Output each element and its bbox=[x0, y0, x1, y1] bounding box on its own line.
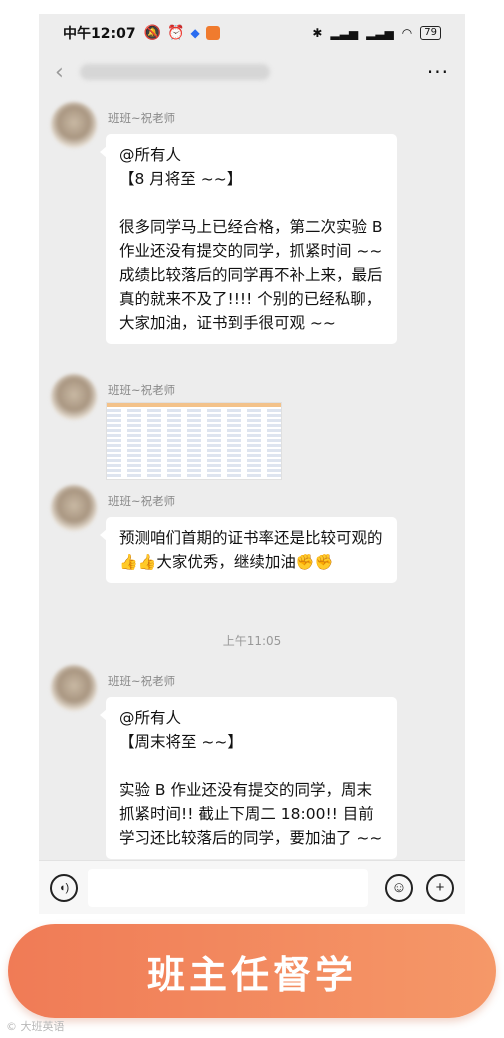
plus-icon[interactable]: + bbox=[426, 873, 454, 902]
battery-indicator: 79 bbox=[420, 26, 441, 40]
phone-screen: 中午12:07 🔕 ⏰ ◆ ✱ ▂▃▅ ▂▃▅ ◠ 79 ‹ ··· 班班~祝老… bbox=[39, 14, 465, 914]
mute-icon: 🔕 bbox=[143, 25, 162, 41]
more-options-icon[interactable]: ··· bbox=[427, 60, 449, 84]
sender-name: 班班~祝老师 bbox=[108, 383, 176, 397]
message-bubble[interactable]: @所有人 【8 月将至 ~~】 很多同学马上已经合格，第二次实验 B 作业还没有… bbox=[100, 134, 397, 344]
message-line: 很多同学马上已经合格，第二次实验 B 作业还没有提交的同学，抓紧时间 ~~ 成绩… bbox=[119, 218, 383, 332]
voice-icon[interactable]: ◖) bbox=[50, 873, 78, 902]
spreadsheet-image[interactable] bbox=[106, 402, 282, 480]
signal-hd1-icon: ▂▃▅ bbox=[330, 26, 359, 40]
avatar[interactable] bbox=[51, 485, 97, 531]
message-list[interactable]: 班班~祝老师 @所有人 【8 月将至 ~~】 很多同学马上已经合格，第二次实验 … bbox=[39, 92, 465, 860]
chat-header: ‹ ··· bbox=[39, 52, 465, 92]
wifi-icon: ◠ bbox=[401, 26, 413, 40]
sender-name: 班班~祝老师 bbox=[108, 111, 176, 125]
message-line bbox=[119, 191, 384, 215]
message-line: @所有人 bbox=[119, 146, 182, 164]
sender-name: 班班~祝老师 bbox=[108, 674, 176, 688]
back-icon[interactable]: ‹ bbox=[55, 60, 64, 85]
message-line: 实验 B 作业还没有提交的同学，周末抓紧时间!! 截止下周二 18:00!! 目… bbox=[119, 781, 383, 847]
message-text: 预测咱们首期的证书率还是比较可观的 bbox=[119, 529, 383, 547]
bluetooth-icon: ✱ bbox=[312, 26, 323, 40]
chat-title-blurred bbox=[79, 64, 270, 80]
avatar[interactable] bbox=[51, 665, 97, 711]
input-bar: ◖) ☺ + bbox=[39, 860, 465, 914]
status-bar: 中午12:07 🔕 ⏰ ◆ ✱ ▂▃▅ ▂▃▅ ◠ 79 bbox=[39, 14, 465, 52]
app-badge-icon: ◆ bbox=[190, 26, 200, 40]
status-time: 中午12:07 bbox=[63, 26, 136, 42]
alarm-icon: ⏰ bbox=[167, 25, 185, 41]
sender-name: 班班~祝老师 bbox=[108, 494, 176, 508]
message-line bbox=[119, 754, 384, 778]
emoji-icon[interactable]: ☺ bbox=[385, 873, 413, 902]
timestamp: 上午11:05 bbox=[222, 634, 282, 648]
app-notification-icon bbox=[205, 26, 220, 40]
cta-button[interactable]: 班主任督学 bbox=[8, 924, 496, 1018]
watermark: © 大班英语 bbox=[6, 1020, 65, 1033]
message-line: @所有人 bbox=[119, 709, 182, 727]
fist-icon: ✊✊ bbox=[295, 553, 334, 571]
message-line: 【8 月将至 ~~】 bbox=[119, 170, 243, 188]
message-bubble[interactable]: @所有人 【周末将至 ~~】 实验 B 作业还没有提交的同学，周末抓紧时间!! … bbox=[100, 697, 397, 859]
signal-hd2-icon: ▂▃▅ bbox=[366, 26, 394, 40]
thumbs-up-icon: 👍👍 bbox=[119, 553, 157, 571]
message-bubble[interactable]: 预测咱们首期的证书率还是比较可观的 👍👍大家优秀，继续加油✊✊ bbox=[100, 517, 397, 583]
message-line: 【周末将至 ~~】 bbox=[119, 733, 243, 751]
avatar[interactable] bbox=[51, 102, 97, 148]
message-text: 大家优秀，继续加油 bbox=[156, 553, 296, 571]
avatar[interactable] bbox=[51, 374, 97, 420]
message-input[interactable] bbox=[88, 868, 368, 907]
